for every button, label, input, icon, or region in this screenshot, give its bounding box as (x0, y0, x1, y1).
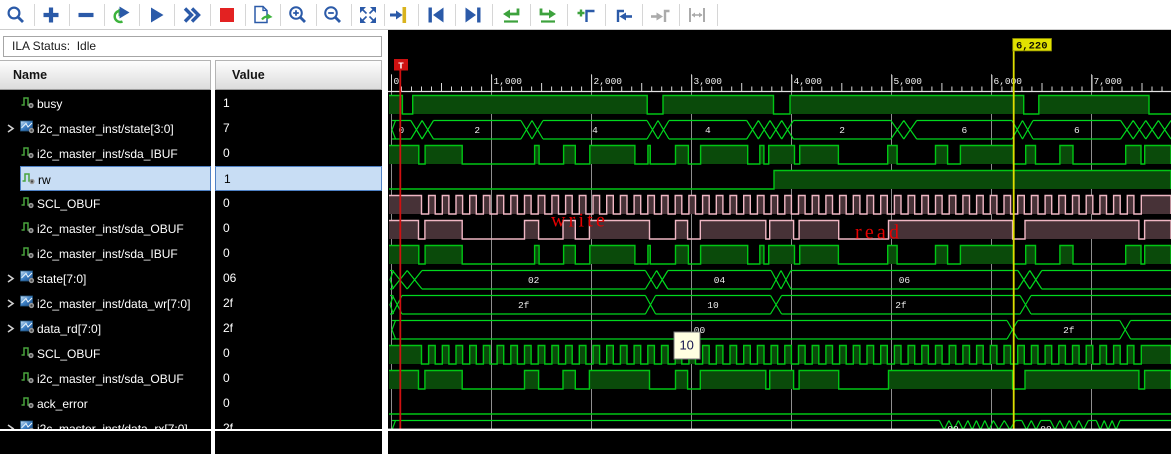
svg-text:2: 2 (474, 125, 480, 136)
svg-text:10: 10 (707, 300, 719, 311)
svg-text:06: 06 (899, 275, 911, 286)
svg-text:6,220: 6,220 (1016, 40, 1048, 52)
svg-text:7,000: 7,000 (1094, 76, 1123, 87)
svg-text:2f: 2f (518, 300, 530, 311)
svg-text:0: 0 (394, 76, 400, 87)
svg-text:T: T (398, 61, 404, 72)
svg-text:04: 04 (714, 275, 726, 286)
svg-text:read: read (855, 222, 902, 244)
svg-text:4: 4 (592, 125, 598, 136)
svg-text:2: 2 (839, 125, 845, 136)
svg-text:6,000: 6,000 (994, 76, 1023, 87)
svg-text:write: write (551, 210, 608, 232)
svg-text:1,000: 1,000 (494, 76, 523, 87)
svg-text:4: 4 (705, 125, 711, 136)
svg-text:2f: 2f (895, 300, 907, 311)
svg-text:3,000: 3,000 (694, 76, 723, 87)
svg-text:4,000: 4,000 (794, 76, 823, 87)
svg-text:2f: 2f (1063, 325, 1075, 336)
svg-text:10: 10 (679, 338, 693, 353)
svg-text:5,000: 5,000 (894, 76, 923, 87)
svg-text:6: 6 (962, 125, 968, 136)
svg-text:2,000: 2,000 (594, 76, 623, 87)
svg-text:6: 6 (1074, 125, 1080, 136)
svg-text:02: 02 (528, 275, 540, 286)
